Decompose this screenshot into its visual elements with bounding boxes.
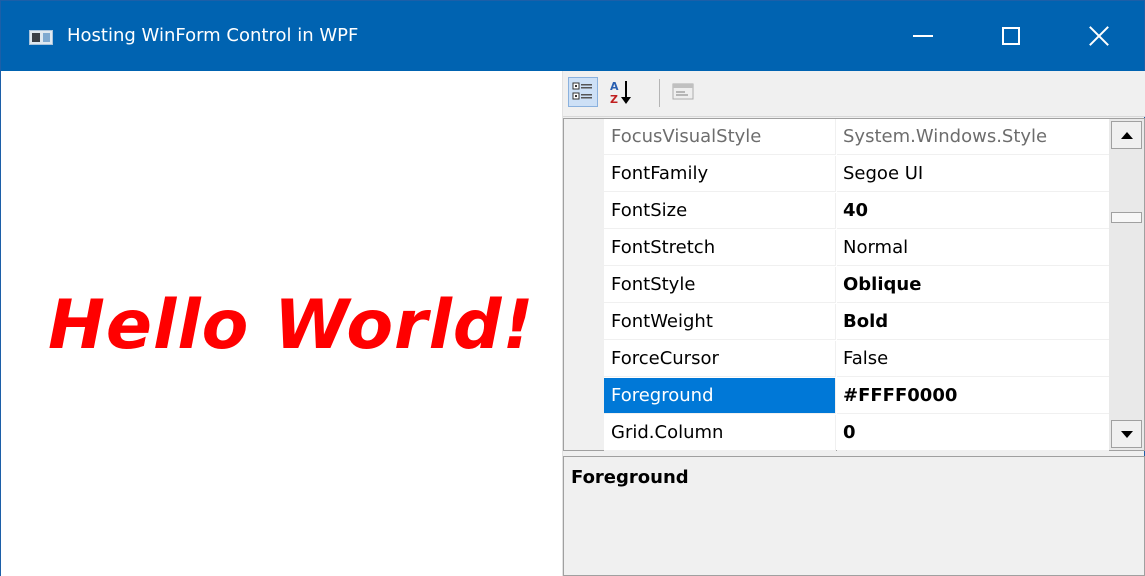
property-grid-toolbar: A Z bbox=[563, 71, 1145, 117]
scroll-down-button[interactable] bbox=[1111, 420, 1142, 448]
toolbar-separator bbox=[659, 79, 660, 107]
scrollbar-thumb[interactable] bbox=[1111, 212, 1142, 223]
property-value[interactable]: Normal bbox=[837, 230, 1109, 266]
svg-text:Z: Z bbox=[610, 93, 618, 106]
maximize-icon bbox=[1002, 27, 1020, 45]
hello-world-label: Hello World! bbox=[48, 286, 535, 365]
property-row[interactable]: FontWeight Bold bbox=[604, 304, 1109, 341]
property-row-selected[interactable]: Foreground #FFFF0000 bbox=[604, 378, 1109, 415]
property-name: FontFamily bbox=[604, 156, 836, 192]
close-button[interactable] bbox=[1055, 1, 1143, 71]
property-pages-button[interactable] bbox=[668, 77, 698, 107]
description-pane: Foreground bbox=[563, 456, 1145, 576]
property-name: FontSize bbox=[604, 193, 836, 229]
property-row[interactable]: ForceCursor False bbox=[604, 341, 1109, 378]
minimize-icon bbox=[913, 35, 933, 37]
categorized-icon bbox=[572, 82, 592, 100]
property-name: FontStyle bbox=[604, 267, 836, 303]
property-row[interactable]: FontFamily Segoe UI bbox=[604, 156, 1109, 193]
property-value[interactable]: Segoe UI bbox=[837, 156, 1109, 192]
vertical-scrollbar[interactable] bbox=[1109, 119, 1144, 450]
arrow-down-icon bbox=[1120, 430, 1133, 438]
property-pages-icon bbox=[672, 83, 694, 100]
maximize-button[interactable] bbox=[967, 1, 1055, 71]
property-value[interactable]: 0 bbox=[837, 415, 1109, 451]
property-value[interactable]: 40 bbox=[837, 193, 1109, 229]
property-name: FocusVisualStyle bbox=[604, 119, 836, 155]
svg-text:A: A bbox=[610, 80, 619, 93]
property-value[interactable]: #FFFF0000 bbox=[837, 378, 1109, 414]
property-value[interactable]: Oblique bbox=[837, 267, 1109, 303]
categorized-button[interactable] bbox=[568, 77, 598, 107]
property-value[interactable]: Bold bbox=[837, 304, 1109, 340]
scroll-up-button[interactable] bbox=[1111, 121, 1142, 149]
property-row[interactable]: Grid.Column 0 bbox=[604, 415, 1109, 452]
property-row[interactable]: FontStretch Normal bbox=[604, 230, 1109, 267]
property-value[interactable]: System.Windows.Style bbox=[837, 119, 1109, 155]
property-value[interactable]: False bbox=[837, 341, 1109, 377]
property-row[interactable]: FocusVisualStyle System.Windows.Style bbox=[604, 119, 1109, 156]
app-window: Hosting WinForm Control in WPF Hello Wor… bbox=[0, 0, 1145, 576]
category-gutter bbox=[564, 119, 604, 450]
property-row[interactable]: FontStyle Oblique bbox=[604, 267, 1109, 304]
alphabetical-button[interactable]: A Z bbox=[606, 77, 636, 107]
property-name: Grid.Column bbox=[604, 415, 836, 451]
app-icon[interactable] bbox=[29, 30, 53, 45]
property-row[interactable]: FontSize 40 bbox=[604, 193, 1109, 230]
minimize-button[interactable] bbox=[879, 1, 967, 71]
property-name: FontStretch bbox=[604, 230, 836, 266]
title-bar[interactable]: Hosting WinForm Control in WPF bbox=[1, 1, 1144, 71]
property-list: FocusVisualStyle System.Windows.Style Fo… bbox=[563, 118, 1145, 451]
property-name: ForceCursor bbox=[604, 341, 836, 377]
property-name: FontWeight bbox=[604, 304, 836, 340]
winform-host-pane: Hello World! bbox=[1, 71, 562, 576]
property-grid: A Z FocusVisualStyle System.Windows.Styl… bbox=[562, 71, 1145, 576]
arrow-up-icon bbox=[1120, 131, 1133, 139]
close-icon bbox=[1088, 25, 1110, 47]
description-title: Foreground bbox=[571, 467, 689, 488]
alphabetical-sort-icon: A Z bbox=[610, 80, 631, 106]
window-title: Hosting WinForm Control in WPF bbox=[67, 25, 359, 46]
property-name: Foreground bbox=[604, 378, 836, 414]
